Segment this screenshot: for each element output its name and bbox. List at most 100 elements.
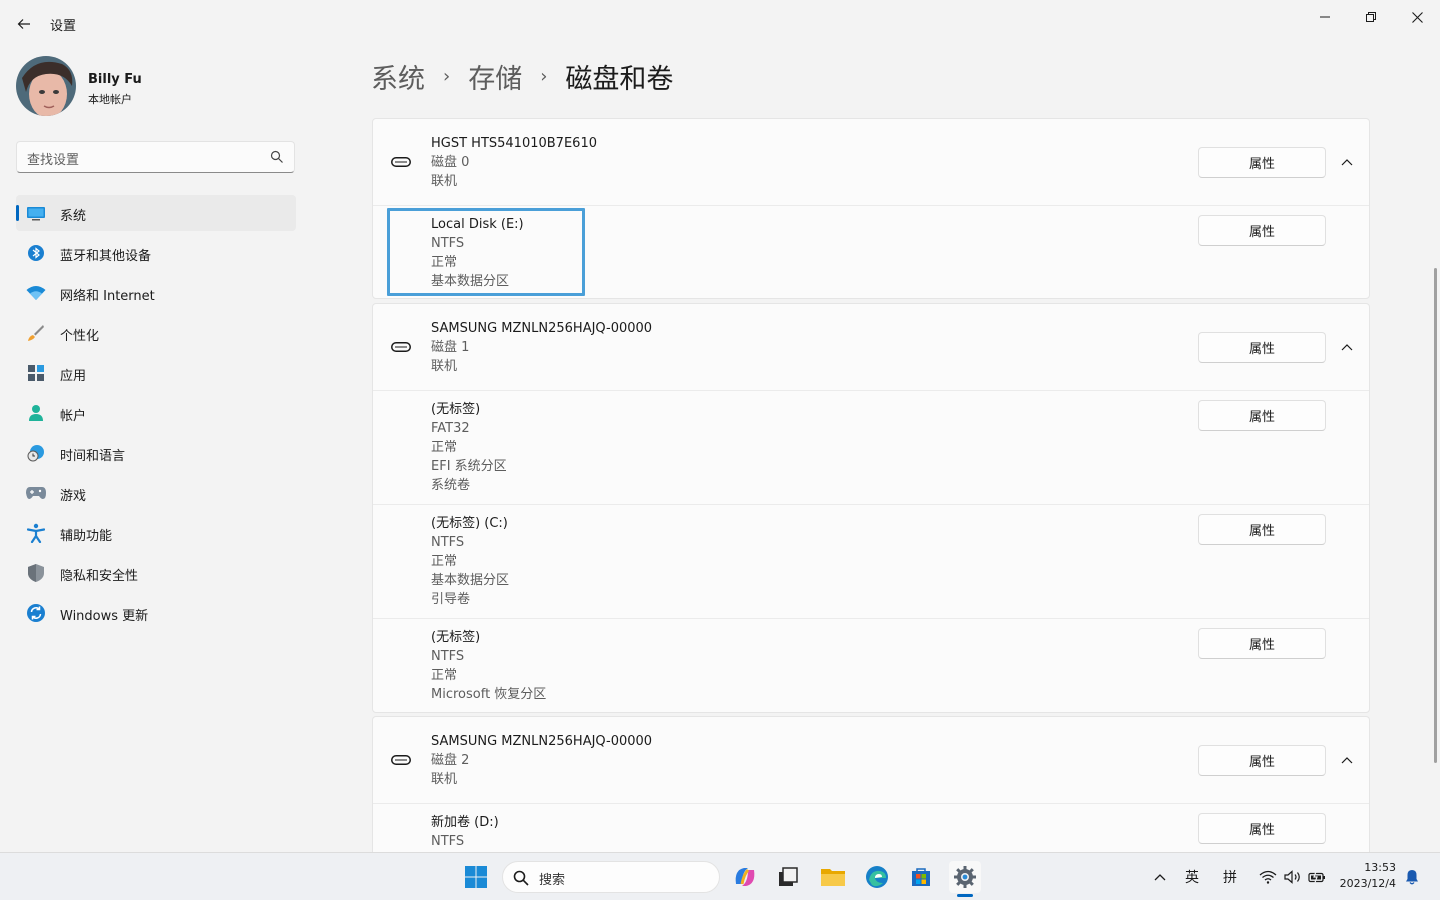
disk-header-row[interactable]: SAMSUNG MZNLN256HAJQ-00000 磁盘 2 联机 属性 [373,717,1369,803]
disk-card: SAMSUNG MZNLN256HAJQ-00000 磁盘 1 联机 属性 (无… [372,303,1370,713]
close-button[interactable] [1394,4,1440,30]
user-profile[interactable]: Billy Fu 本地帐户 [16,56,296,118]
properties-button[interactable]: 属性 [1198,813,1326,844]
copilot-icon[interactable] [729,861,761,893]
file-explorer-icon[interactable] [817,861,849,893]
properties-button[interactable]: 属性 [1198,628,1326,659]
disk-status: 联机 [431,772,458,787]
sidebar-item-gaming[interactable]: 游戏 [16,475,296,511]
volume-row[interactable]: 新加卷 (D:) NTFS 属性 [373,803,1369,855]
sidebar-item-network[interactable]: 网络和 Internet [16,275,296,311]
clock-date: 2023/12/4 [1339,877,1396,890]
sidebar-item-privacy[interactable]: 隐私和安全性 [16,555,296,591]
sidebar-item-system[interactable]: 系统 [16,195,296,231]
breadcrumb-separator: › [443,65,451,87]
accessibility-icon [26,523,46,543]
sidebar-item-label: 帐户 [60,409,87,424]
gamepad-icon [26,484,46,502]
disk-header-row[interactable]: HGST HTS541010B7E610 磁盘 0 联机 属性 [373,119,1369,205]
chevron-up-icon [1341,344,1353,351]
breadcrumb-separator: › [540,65,548,87]
volume-role: 系统卷 [431,478,471,493]
sidebar-nav: 系统 蓝牙和其他设备 网络和 Internet 个性化 应用 帐户 时间和语言 … [16,195,296,635]
sidebar-item-bluetooth[interactable]: 蓝牙和其他设备 [16,235,296,271]
sidebar-item-label: 时间和语言 [60,449,126,464]
breadcrumb-storage-link[interactable]: 存储 [468,57,522,96]
breadcrumb-system-link[interactable]: 系统 [371,57,425,96]
disk-header-row[interactable]: SAMSUNG MZNLN256HAJQ-00000 磁盘 1 联机 属性 [373,304,1369,390]
taskbar-search[interactable]: 搜索 [502,861,720,893]
sidebar-item-windows-update[interactable]: Windows 更新 [16,595,296,631]
sidebar-item-time-language[interactable]: 时间和语言 [16,435,296,471]
properties-button[interactable]: 属性 [1198,332,1326,363]
disk-name: SAMSUNG MZNLN256HAJQ-00000 [431,734,653,749]
wifi-icon [26,284,46,302]
settings-app-icon[interactable] [949,861,981,893]
volume-label: (无标签) [431,630,481,645]
disk-info: SAMSUNG MZNLN256HAJQ-00000 磁盘 2 联机 [431,732,652,789]
edge-browser-icon[interactable] [861,861,893,893]
tray-overflow-button[interactable] [1146,861,1174,893]
maximize-button[interactable] [1348,4,1394,30]
properties-button[interactable]: 属性 [1198,745,1326,776]
volume-type: Microsoft 恢复分区 [431,687,547,702]
collapse-button[interactable] [1337,337,1357,357]
volume-icon[interactable] [1281,861,1305,893]
search-icon [513,870,529,886]
volume-row[interactable]: (无标签) (C:) NTFS 正常 基本数据分区 引导卷 属性 [373,504,1369,618]
volume-info: 新加卷 (D:) NTFS [431,813,499,851]
volume-row[interactable]: (无标签) FAT32 正常 EFI 系统分区 系统卷 属性 [373,390,1369,504]
volume-filesystem: FAT32 [431,421,470,436]
disk-number: 磁盘 2 [431,753,470,768]
ime-language-indicator[interactable]: 英 [1185,867,1199,887]
sidebar-item-label: 个性化 [60,329,100,344]
disk-info: HGST HTS541010B7E610 磁盘 0 联机 [431,134,597,191]
disk-number: 磁盘 0 [431,155,470,170]
properties-button[interactable]: 属性 [1198,147,1326,178]
properties-button[interactable]: 属性 [1198,514,1326,545]
chevron-up-icon [1154,874,1166,881]
brush-icon [26,324,46,342]
notifications-button[interactable] [1400,861,1424,893]
restore-icon [1366,12,1376,22]
volume-row[interactable]: (无标签) NTFS 正常 Microsoft 恢复分区 属性 [373,618,1369,712]
sidebar-item-accessibility[interactable]: 辅助功能 [16,515,296,551]
task-view-icon[interactable] [772,861,804,893]
update-icon [26,604,46,622]
avatar [16,56,76,116]
sidebar-item-accounts[interactable]: 帐户 [16,395,296,431]
sidebar-item-apps[interactable]: 应用 [16,355,296,391]
volume-filesystem: NTFS [431,535,465,550]
sidebar-item-personalization[interactable]: 个性化 [16,315,296,351]
volume-info: (无标签) NTFS 正常 Microsoft 恢复分区 [431,628,546,704]
breadcrumb: 系统 › 存储 › 磁盘和卷 [371,56,673,96]
page-title: 磁盘和卷 [565,63,674,95]
collapse-button[interactable] [1337,152,1357,172]
microsoft-store-icon[interactable] [905,861,937,893]
minimize-button[interactable] [1302,4,1348,30]
start-button[interactable] [460,861,492,893]
sidebar-item-label: 隐私和安全性 [60,569,139,584]
profile-name: Billy Fu [88,72,142,87]
sidebar-item-label: 网络和 Internet [60,289,155,304]
properties-button[interactable]: 属性 [1198,400,1326,431]
disk-name: SAMSUNG MZNLN256HAJQ-00000 [431,321,653,336]
properties-button[interactable]: 属性 [1198,215,1326,246]
disk-card: SAMSUNG MZNLN256HAJQ-00000 磁盘 2 联机 属性 新加… [372,716,1370,856]
battery-icon[interactable] [1305,861,1329,893]
vertical-scrollbar[interactable] [1434,268,1437,763]
volume-filesystem: NTFS [431,649,465,664]
collapse-button[interactable] [1337,750,1357,770]
taskbar-clock[interactable]: 13:53 2023/12/4 [1336,860,1396,892]
arrow-left-icon [17,19,30,29]
windows-logo-icon [465,866,487,888]
sidebar-item-label: 游戏 [60,489,87,504]
ime-mode-indicator[interactable]: 拼 [1223,867,1237,887]
disk-status: 联机 [431,359,458,374]
profile-account-type: 本地帐户 [88,93,132,106]
back-button[interactable] [12,12,36,36]
search-input[interactable]: 查找设置 [16,141,295,173]
wifi-icon[interactable] [1256,861,1280,893]
hard-drive-icon [391,342,411,352]
taskbar-search-label: 搜索 [539,873,566,888]
